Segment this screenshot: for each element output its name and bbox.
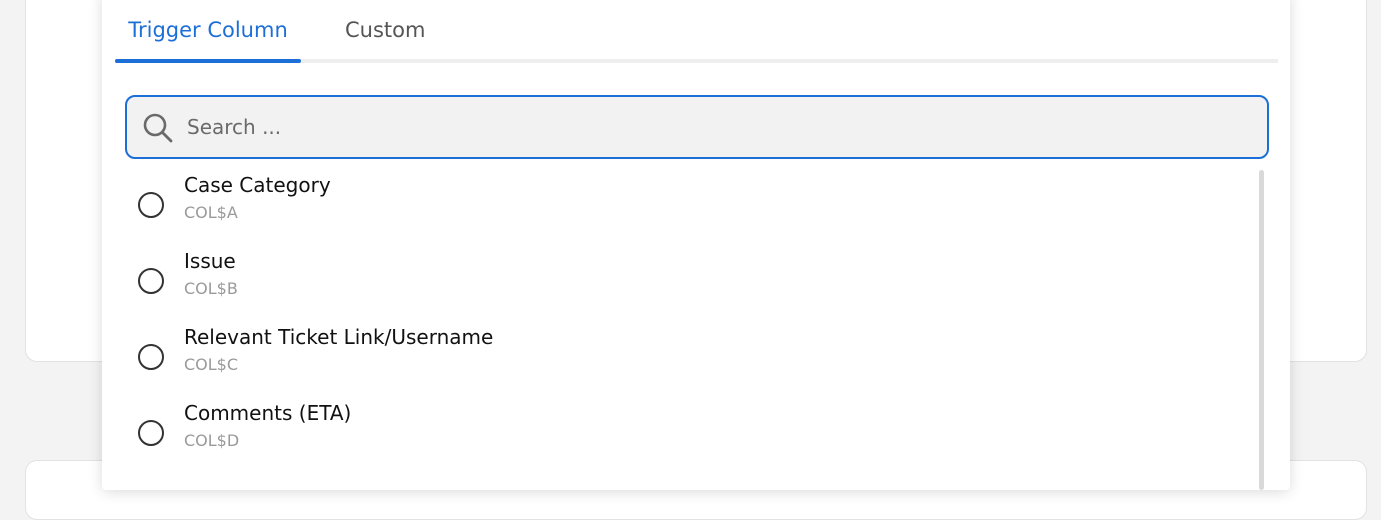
column-label: Comments (ETA): [184, 401, 352, 425]
column-code: COL$D: [184, 431, 240, 450]
radio-button[interactable]: [138, 268, 164, 294]
radio-button[interactable]: [138, 344, 164, 370]
column-label: Case Category: [184, 173, 331, 197]
list-item[interactable]: Comments (ETA) COL$D: [102, 398, 1252, 474]
list-item[interactable]: Case Category COL$A: [102, 170, 1252, 246]
search-input[interactable]: [187, 97, 1247, 157]
tab-bar: Trigger Column Custom: [115, 0, 1278, 63]
column-list: Case Category COL$A Issue COL$B Relevant…: [102, 170, 1252, 474]
list-item[interactable]: Relevant Ticket Link/Username COL$C: [102, 322, 1252, 398]
column-label: Issue: [184, 249, 236, 273]
search-icon: [143, 113, 173, 143]
radio-button[interactable]: [138, 192, 164, 218]
search-field[interactable]: [125, 95, 1269, 159]
column-code: COL$C: [184, 355, 239, 374]
column-code: COL$A: [184, 203, 238, 222]
tab-trigger-column[interactable]: Trigger Column: [115, 0, 301, 63]
list-item[interactable]: Issue COL$B: [102, 246, 1252, 322]
column-picker-dropdown: Trigger Column Custom Case Category COL$…: [102, 0, 1290, 490]
radio-button[interactable]: [138, 420, 164, 446]
column-code: COL$B: [184, 279, 238, 298]
column-label: Relevant Ticket Link/Username: [184, 325, 494, 349]
list-scrollbar[interactable]: [1259, 170, 1264, 490]
tab-custom[interactable]: Custom: [345, 0, 425, 59]
